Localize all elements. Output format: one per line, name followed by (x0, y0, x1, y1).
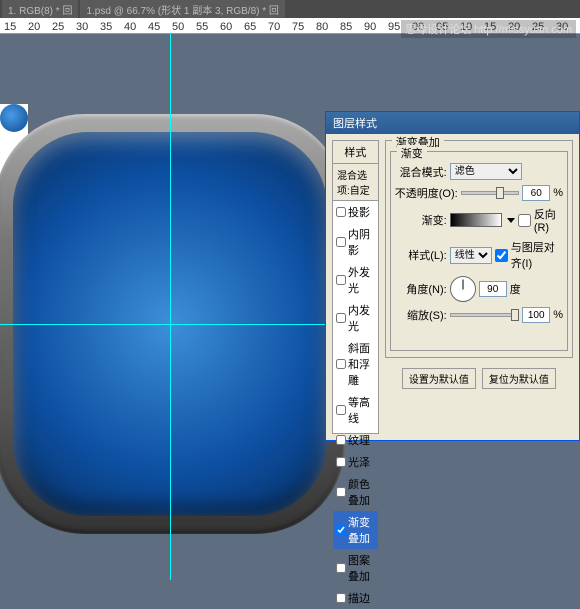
style-type-select[interactable]: 线性 (450, 247, 492, 264)
reset-default-button[interactable]: 复位为默认值 (482, 368, 556, 389)
style-item-7[interactable]: 光泽 (333, 451, 378, 473)
style-label: 斜面和浮雕 (348, 340, 375, 388)
style-item-8[interactable]: 颜色叠加 (333, 473, 378, 511)
opacity-input[interactable] (522, 185, 550, 201)
set-default-button[interactable]: 设置为默认值 (402, 368, 476, 389)
opacity-label: 不透明度(O): (395, 185, 458, 201)
tab-2[interactable]: 1.psd @ 66.7% (形状 1 副本 3, RGB/8) * 回 (80, 0, 284, 18)
tab-1[interactable]: 1. RGB(8) * 回 (2, 0, 78, 18)
style-item-0[interactable]: 投影 (333, 201, 378, 223)
style-checkbox[interactable] (336, 405, 346, 415)
angle-dial[interactable] (450, 276, 476, 302)
opacity-slider[interactable] (461, 191, 520, 195)
style-checkbox[interactable] (336, 237, 346, 247)
reverse-checkbox[interactable] (518, 214, 531, 227)
scale-input[interactable] (522, 307, 550, 323)
style-label: 投影 (348, 204, 370, 220)
angle-input[interactable] (479, 281, 507, 297)
style-checkbox[interactable] (336, 487, 346, 497)
scale-slider[interactable] (450, 313, 520, 317)
scale-label: 缩放(S): (395, 307, 447, 323)
style-checkbox[interactable] (336, 457, 346, 467)
document-tabs: 1. RGB(8) * 回 1.psd @ 66.7% (形状 1 副本 3, … (0, 0, 580, 18)
style-label: 内阴影 (348, 226, 375, 258)
styles-header[interactable]: 样式 (333, 141, 378, 164)
style-label: 描边 (348, 590, 370, 606)
dialog-title: 图层样式 (326, 112, 579, 134)
style-item-5[interactable]: 等高线 (333, 391, 378, 429)
style-list: 样式 混合选项:自定 投影内阴影外发光内发光斜面和浮雕等高线纹理光泽颜色叠加渐变… (332, 140, 379, 434)
style-label: 图案叠加 (348, 552, 375, 584)
percent-label-2: % (553, 309, 563, 321)
style-label: 光泽 (348, 454, 370, 470)
style-checkbox[interactable] (336, 563, 346, 573)
style-label: 渐变叠加 (348, 514, 375, 546)
style-checkbox[interactable] (336, 593, 346, 603)
blend-mode-select[interactable]: 滤色 (450, 163, 522, 180)
style-checkbox[interactable] (336, 435, 346, 445)
gradient-overlay-group: 渐变叠加 渐变 混合模式: 滤色 不透明度(O): % (385, 140, 573, 358)
style-item-10[interactable]: 图案叠加 (333, 549, 378, 587)
style-label: 内发光 (348, 302, 375, 334)
percent-label: % (553, 187, 563, 199)
blend-options[interactable]: 混合选项:自定 (333, 164, 378, 201)
align-label: 与图层对齐(I) (511, 239, 563, 271)
reverse-label: 反向(R) (534, 206, 563, 234)
style-checkbox[interactable] (336, 207, 346, 217)
style-label: 等高线 (348, 394, 375, 426)
style-item-3[interactable]: 内发光 (333, 299, 378, 337)
gradient-picker[interactable] (450, 213, 502, 227)
canvas[interactable]: 图层样式 样式 混合选项:自定 投影内阴影外发光内发光斜面和浮雕等高线纹理光泽颜… (0, 34, 580, 580)
style-checkbox[interactable] (336, 359, 346, 369)
degree-label: 度 (510, 281, 521, 297)
style-item-9[interactable]: 渐变叠加 (333, 511, 378, 549)
style-label: 外发光 (348, 264, 375, 296)
style-item-4[interactable]: 斜面和浮雕 (333, 337, 378, 391)
subgroup-title: 渐变 (397, 145, 427, 161)
align-checkbox[interactable] (495, 249, 508, 262)
style-item-6[interactable]: 纹理 (333, 429, 378, 451)
style-label: 纹理 (348, 432, 370, 448)
style-item-11[interactable]: 描边 (333, 587, 378, 609)
style-item-1[interactable]: 内阴影 (333, 223, 378, 261)
style-checkbox[interactable] (336, 275, 346, 285)
style-type-label: 样式(L): (395, 247, 447, 263)
blend-mode-label: 混合模式: (395, 164, 447, 180)
style-item-2[interactable]: 外发光 (333, 261, 378, 299)
style-checkbox[interactable] (336, 525, 346, 535)
dropdown-icon[interactable] (507, 218, 515, 223)
angle-label: 角度(N): (395, 281, 447, 297)
guide-vertical[interactable] (170, 34, 171, 580)
style-label: 颜色叠加 (348, 476, 375, 508)
gradient-label: 渐变: (395, 212, 447, 228)
style-checkbox[interactable] (336, 313, 346, 323)
layer-style-dialog: 图层样式 样式 混合选项:自定 投影内阴影外发光内发光斜面和浮雕等高线纹理光泽颜… (325, 111, 580, 441)
